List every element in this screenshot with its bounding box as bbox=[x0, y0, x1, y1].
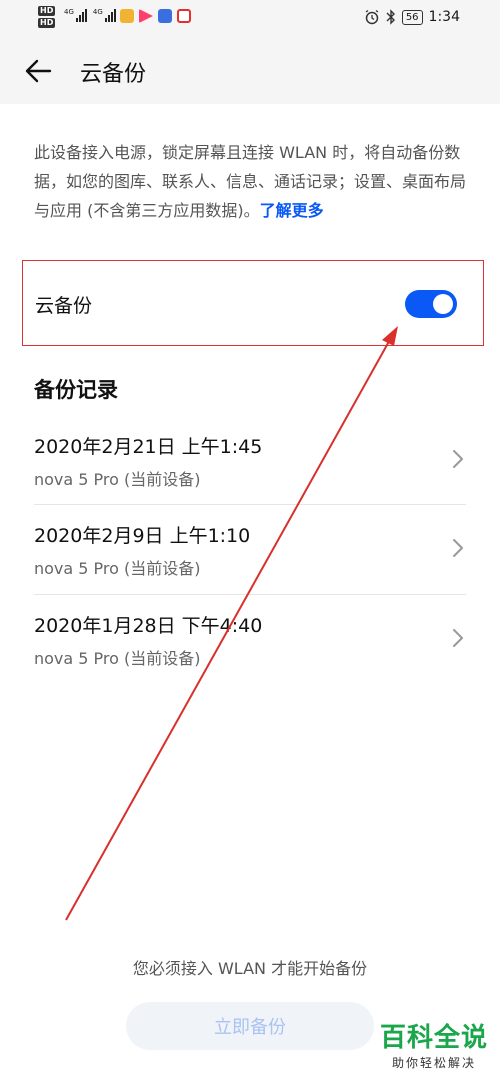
arrow-left-icon[interactable] bbox=[22, 54, 56, 88]
hd-badge: HD bbox=[38, 6, 56, 16]
backup-record-item[interactable]: 2020年2月9日 上午1:10 nova 5 Pro (当前设备) bbox=[34, 521, 466, 609]
signal-strength-icon: 4G bbox=[64, 8, 87, 22]
backup-record-item[interactable]: 2020年1月28日 下午4:40 nova 5 Pro (当前设备) bbox=[34, 611, 466, 699]
page-title: 云备份 bbox=[80, 62, 147, 87]
divider bbox=[34, 504, 466, 505]
record-date: 2020年2月9日 上午1:10 bbox=[34, 525, 251, 547]
backup-now-button[interactable]: 立即备份 bbox=[126, 1002, 374, 1050]
chevron-right-icon bbox=[453, 629, 463, 647]
divider bbox=[34, 594, 466, 595]
watermark-sub: 助你轻松解决 bbox=[391, 1056, 476, 1070]
record-date: 2020年2月21日 上午1:45 bbox=[34, 436, 263, 458]
backup-record-item[interactable]: 2020年2月21日 上午1:45 nova 5 Pro (当前设备) bbox=[34, 432, 466, 520]
app-notification-icon bbox=[120, 9, 134, 23]
status-right: 56 1:34 bbox=[364, 9, 460, 25]
cloud-backup-switch[interactable] bbox=[405, 290, 457, 318]
signal-indicators: 4G 4G bbox=[64, 8, 116, 22]
watermark-main: 百科全说 bbox=[379, 1023, 488, 1053]
notification-icons bbox=[120, 9, 191, 23]
watermark-logo: 百科全说 助你轻松解决 bbox=[380, 1022, 488, 1071]
app-notification-icon bbox=[177, 9, 191, 23]
chevron-right-icon bbox=[453, 450, 463, 468]
app-header: 云备份 bbox=[0, 38, 500, 104]
learn-more-link[interactable]: 了解更多 bbox=[260, 201, 324, 220]
hd-indicators: HD HD bbox=[38, 6, 56, 28]
chevron-right-icon bbox=[453, 539, 463, 557]
battery-indicator: 56 bbox=[401, 9, 423, 25]
status-bar: HD HD 4G 4G 56 1:34 bbox=[0, 0, 500, 38]
cloud-backup-toggle-row[interactable]: 云备份 bbox=[22, 260, 484, 346]
bluetooth-icon bbox=[386, 9, 395, 25]
record-device: nova 5 Pro (当前设备) bbox=[34, 559, 201, 578]
description-text: 此设备接入电源，锁定屏幕且连接 WLAN 时，将自动备份数据，如您的图库、联系人… bbox=[34, 143, 467, 220]
record-date: 2020年1月28日 下午4:40 bbox=[34, 615, 263, 637]
video-app-icon bbox=[139, 9, 153, 23]
switch-knob bbox=[433, 294, 453, 314]
record-device: nova 5 Pro (当前设备) bbox=[34, 649, 201, 668]
backup-description: 此设备接入电源，锁定屏幕且连接 WLAN 时，将自动备份数据，如您的图库、联系人… bbox=[34, 138, 474, 225]
signal-strength-icon: 4G bbox=[93, 8, 116, 22]
alarm-icon bbox=[365, 9, 379, 25]
wlan-notice: 您必须接入 WLAN 才能开始备份 bbox=[132, 959, 368, 978]
cloud-backup-label: 云备份 bbox=[35, 295, 93, 317]
clock: 1:34 bbox=[428, 9, 460, 25]
backup-records-title: 备份记录 bbox=[34, 378, 118, 402]
record-device: nova 5 Pro (当前设备) bbox=[34, 470, 201, 489]
app-notification-icon bbox=[158, 9, 172, 23]
hd-badge: HD bbox=[38, 18, 56, 28]
